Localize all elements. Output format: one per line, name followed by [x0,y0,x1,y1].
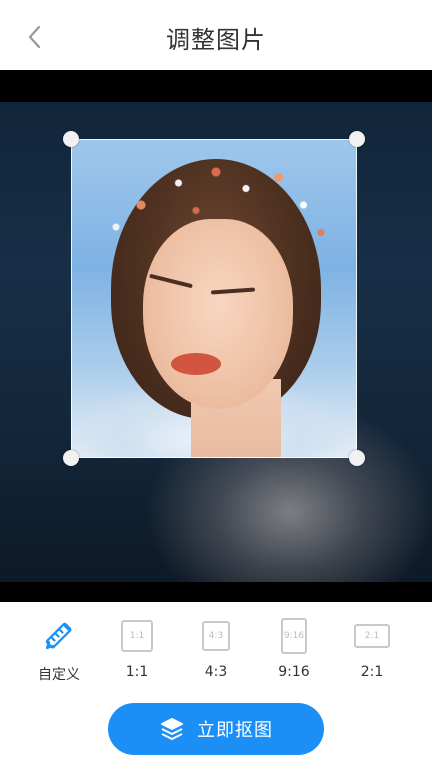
ratio-option-1-1[interactable]: 1:1 1:1 [102,616,172,686]
edit-ruler-icon [45,622,72,650]
ratio-9-16-icon: 9:16 [281,618,307,654]
ratio-icon-2-1: 2:1 [352,616,392,656]
image-editor-canvas [0,70,432,602]
cutout-now-button[interactable]: 立即抠图 [108,703,324,755]
ratio-option-custom[interactable]: 自定义 [24,616,94,686]
ratio-icon-text-9-16: 9:16 [283,631,305,641]
crop-handle-top-left[interactable] [63,131,79,147]
ratio-icon-text-1-1: 1:1 [129,631,145,641]
header: 调整图片 [0,0,432,70]
ratio-label-1-1: 1:1 [125,664,149,680]
source-image [0,102,432,582]
ratio-icon-custom [39,616,79,656]
ratio-icon-4-3: 4:3 [196,616,236,656]
ratio-option-9-16[interactable]: 9:16 9:16 [259,616,329,686]
ratio-toolbar: 自定义 1:1 1:1 4:3 4:3 9:16 9:16 2:1 2:1 [0,602,432,692]
crop-handle-bottom-left[interactable] [63,450,79,466]
ratio-4-3-icon: 4:3 [202,621,230,651]
ratio-label-4-3: 4:3 [204,664,228,680]
ratio-option-4-3[interactable]: 4:3 4:3 [181,616,251,686]
page-title: 调整图片 [166,26,266,54]
layers-icon [159,716,185,742]
ratio-option-2-1[interactable]: 2:1 2:1 [337,616,407,686]
app-root: 调整图片 自定义 1:1 1:1 4:3 4:3 9:16 9:16 2:1 2… [0,0,432,768]
ratio-icon-9-16: 9:16 [274,616,314,656]
ratio-2-1-icon: 2:1 [354,624,390,648]
crop-handle-top-right[interactable] [349,131,365,147]
ratio-label-2-1: 2:1 [360,664,384,680]
crop-handle-bottom-right[interactable] [349,450,365,466]
cutout-now-label: 立即抠图 [197,720,273,741]
crop-frame [71,139,357,458]
ratio-icon-text-4-3: 4:3 [208,631,224,641]
ratio-icon-1-1: 1:1 [117,616,157,656]
ratio-label-9-16: 9:16 [278,664,310,680]
ratio-label-custom: 自定义 [38,667,80,683]
ratio-1-1-icon: 1:1 [121,620,153,652]
ratio-icon-text-2-1: 2:1 [364,631,380,641]
